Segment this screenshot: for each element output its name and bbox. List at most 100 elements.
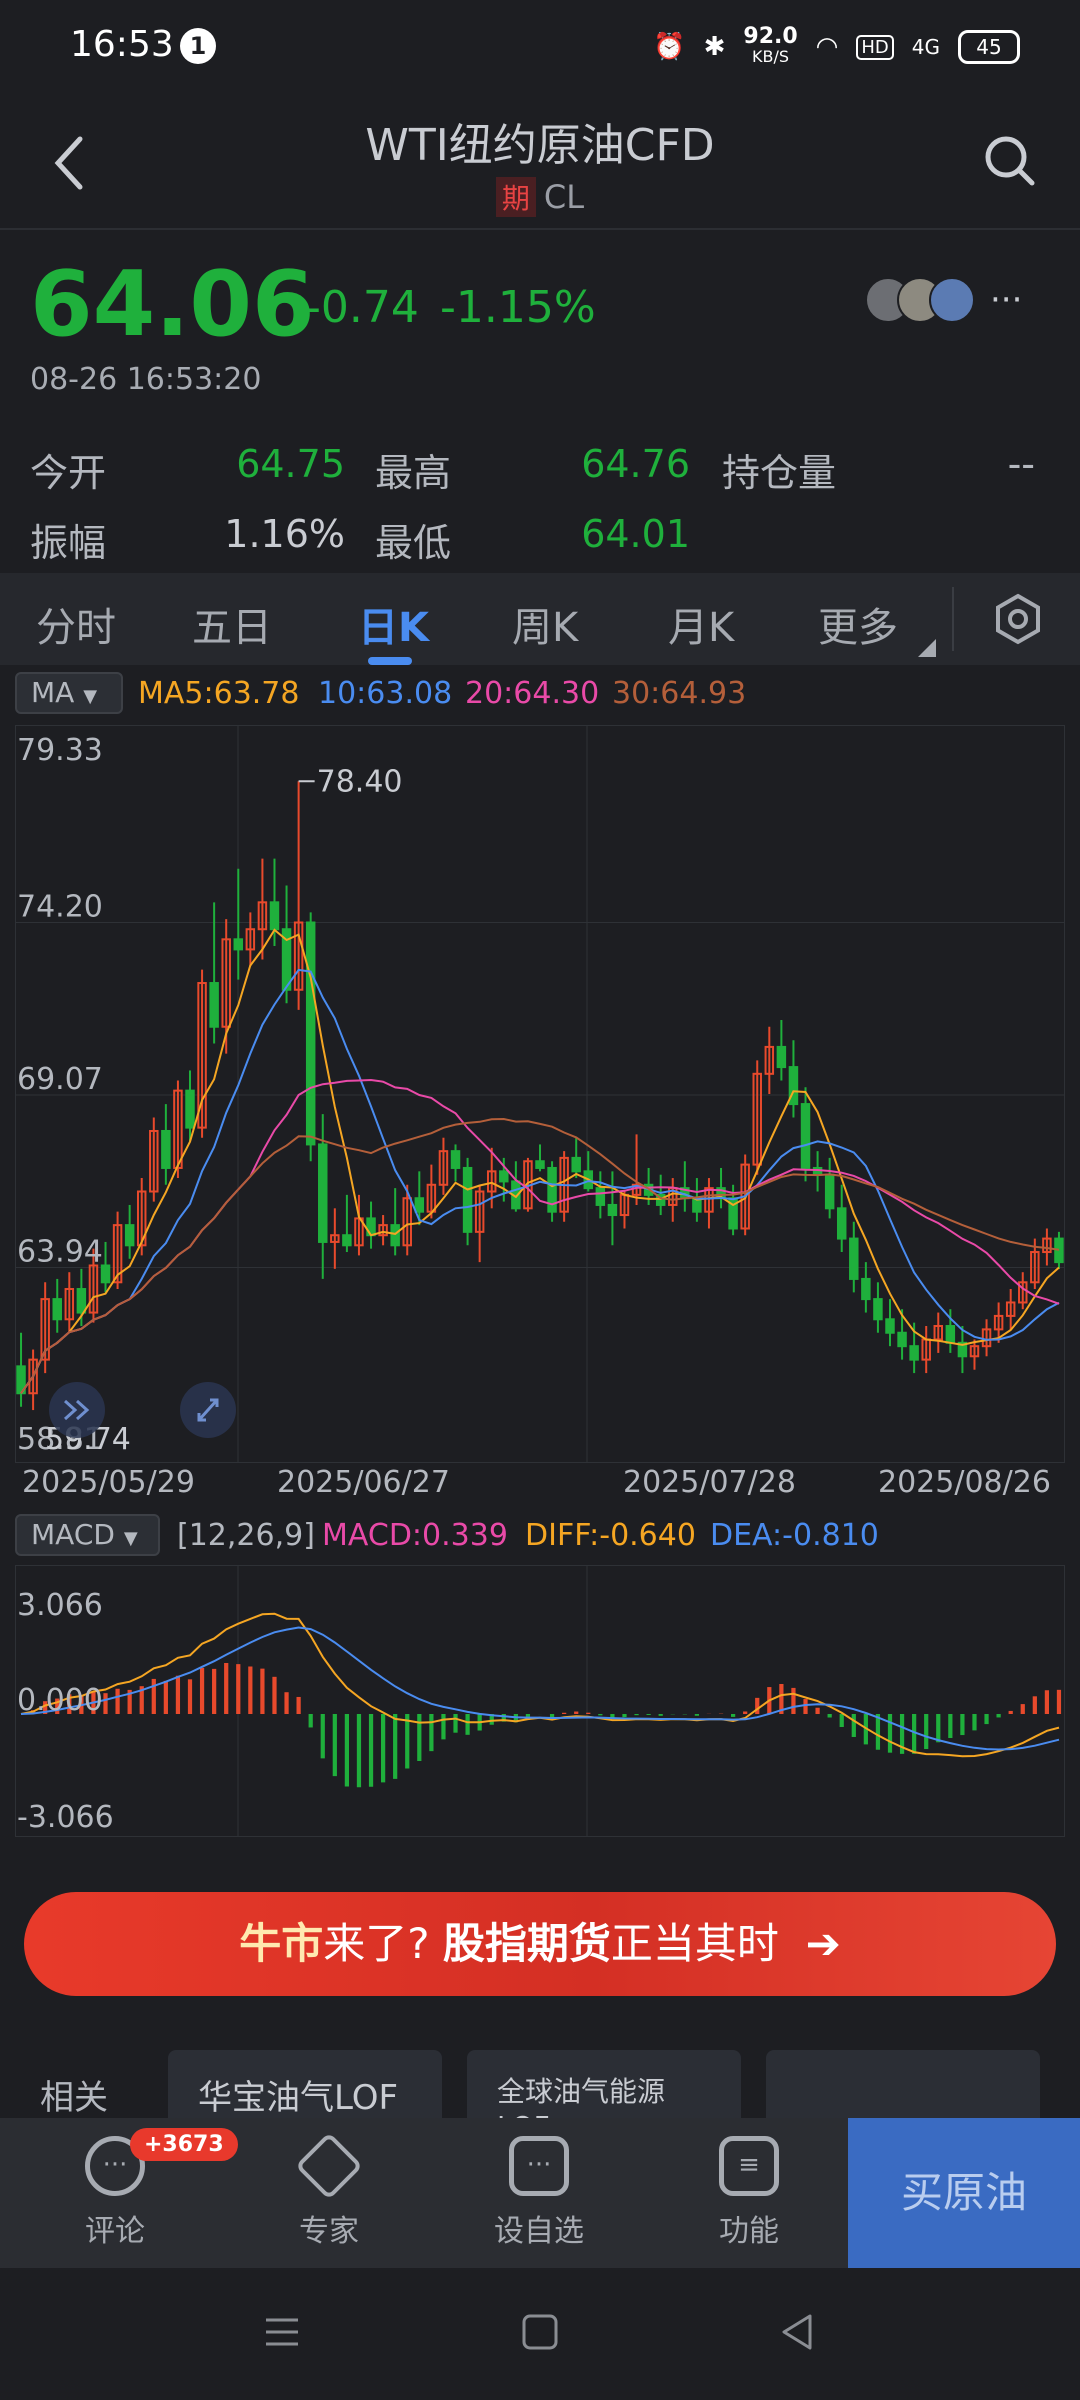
chevron-down-icon: ▼: [83, 686, 98, 707]
signal-icon: 4G: [911, 35, 940, 59]
menu-list-icon: ≡: [719, 2136, 779, 2196]
candle: [342, 1194, 352, 1253]
candle: [450, 1144, 461, 1182]
candle-body: [800, 1103, 811, 1169]
candle: [378, 1215, 388, 1246]
related-section: 相关 华宝油气LOF 全球油气能源LOF: [0, 2040, 1080, 2118]
candle: [305, 912, 316, 1162]
candle-body: [824, 1173, 835, 1210]
nav-expert[interactable]: 专家: [254, 2132, 404, 2250]
candle: [969, 1339, 980, 1370]
related-card-3[interactable]: [766, 2050, 1040, 2118]
clock: 16:53: [70, 24, 174, 65]
candle-body: [607, 1203, 618, 1217]
candle: [535, 1144, 545, 1172]
menu-icon[interactable]: [262, 2312, 302, 2352]
tab-five-day[interactable]: 五日: [192, 595, 272, 653]
dea-value: DEA:-0.810: [710, 1518, 879, 1553]
promo-banner[interactable]: 牛市来了? 股指期货正当其时 ➔: [24, 1892, 1056, 1996]
candle: [619, 1191, 630, 1229]
candle-body: [305, 921, 316, 1146]
macd-frame: [15, 1565, 1065, 1837]
high-label: 最高: [375, 451, 452, 495]
alarm-icon: ⏰: [653, 32, 686, 62]
candle: [1005, 1289, 1016, 1330]
candle-body: [945, 1325, 956, 1344]
more-dots-icon: ···: [509, 2136, 569, 2196]
period-tabs: 分时 五日 日K 周K 月K 更多: [0, 573, 1080, 665]
expand-left-button[interactable]: [49, 1382, 105, 1438]
nav-comment-label: 评论: [85, 2214, 145, 2249]
amplitude-value: 1.16%: [224, 512, 345, 556]
candle: [764, 1026, 775, 1094]
top-header: WTI纽约原油CFD 期 CL: [0, 95, 1080, 230]
macd-selector[interactable]: MACD ▼: [15, 1514, 160, 1556]
candle: [511, 1161, 521, 1212]
tab-monthly-k[interactable]: 月K: [668, 595, 734, 653]
back-icon[interactable]: [778, 2312, 818, 2352]
home-icon[interactable]: [520, 2312, 560, 2352]
active-tab-indicator: [368, 657, 412, 665]
low-label: 最低: [375, 521, 452, 565]
high-value: 64.76: [581, 442, 690, 486]
y-tick-label: 63.94: [17, 1235, 103, 1270]
net-speed: 92.0 KB/S: [743, 26, 797, 67]
kline-chart[interactable]: 79.3374.2069.0763.9458.8178.4059.74: [15, 725, 1065, 1463]
hd-icon: HD: [856, 34, 894, 60]
more-options-icon[interactable]: ···: [990, 280, 1022, 320]
ma5-value: MA5:63.78: [138, 676, 300, 711]
candle: [933, 1312, 944, 1353]
candle-body: [836, 1207, 847, 1240]
net-speed-unit: KB/S: [752, 47, 790, 66]
buy-button[interactable]: 买原油: [848, 2118, 1080, 2268]
candle-body: [499, 1170, 509, 1183]
search-icon[interactable]: [982, 133, 1038, 189]
tab-intraday[interactable]: 分时: [36, 595, 116, 653]
tab-daily-k[interactable]: 日K: [358, 595, 429, 653]
candle: [245, 912, 256, 967]
candle-body: [897, 1331, 907, 1348]
candle-body: [861, 1277, 871, 1301]
nav-watchlist[interactable]: ··· 设自选: [464, 2136, 614, 2250]
max-price-label: 78.40: [317, 764, 403, 799]
tab-more[interactable]: 更多: [818, 595, 898, 653]
arrow-right-icon: ➔: [805, 1919, 841, 1968]
banner-text-2: 来了?: [323, 1919, 430, 1968]
quote-panel: 64.06 -0.74 -1.15% 08-26 16:53:20 ··· 今开…: [0, 232, 1080, 572]
candle-body: [161, 1129, 171, 1169]
candle: [836, 1184, 847, 1253]
candle: [812, 1151, 823, 1192]
nav-function[interactable]: ≡ 功能: [674, 2136, 824, 2250]
battery-icon: 45: [958, 30, 1020, 64]
settings-icon[interactable]: [992, 593, 1044, 645]
candle: [293, 781, 304, 1010]
candle-body: [390, 1224, 400, 1247]
candle: [462, 1157, 473, 1246]
y-tick-label: 69.07: [17, 1062, 103, 1097]
ma30-value: 30:64.93: [612, 676, 747, 711]
avatar-group[interactable]: [865, 277, 977, 323]
candle: [16, 1332, 26, 1407]
candle: [873, 1282, 883, 1333]
ma-selector[interactable]: MA ▼: [15, 672, 123, 714]
candle: [40, 1282, 50, 1374]
candle: [1054, 1231, 1064, 1269]
code-label: CL: [543, 178, 585, 216]
macd-chart[interactable]: 3.066 0.000 -3.066: [15, 1565, 1065, 1837]
quote-time: 08-26 16:53:20: [30, 362, 262, 397]
bottom-nav: ··· 评论 +3673 专家 ··· 设自选 ≡ 功能 买原油: [0, 2118, 1080, 2268]
candle: [607, 1171, 618, 1246]
fullscreen-button[interactable]: [180, 1382, 236, 1438]
x-tick-label: 2025/07/28: [623, 1465, 796, 1500]
candle-body: [571, 1156, 581, 1173]
banner-text-3: 股指期货: [442, 1919, 611, 1968]
related-card-1[interactable]: 华宝油气LOF: [168, 2050, 442, 2118]
instrument-code: 期 CL: [0, 177, 1080, 217]
y-tick-label: 74.20: [17, 890, 103, 925]
status-icons: ⏰ ✱ 92.0 KB/S ◠ HD 4G 45: [653, 22, 1020, 72]
candle: [390, 1188, 400, 1256]
tab-weekly-k[interactable]: 周K: [512, 595, 578, 653]
low-value: 64.01: [581, 512, 690, 556]
related-card-2[interactable]: 全球油气能源LOF: [467, 2050, 741, 2118]
candle-body: [414, 1197, 425, 1213]
